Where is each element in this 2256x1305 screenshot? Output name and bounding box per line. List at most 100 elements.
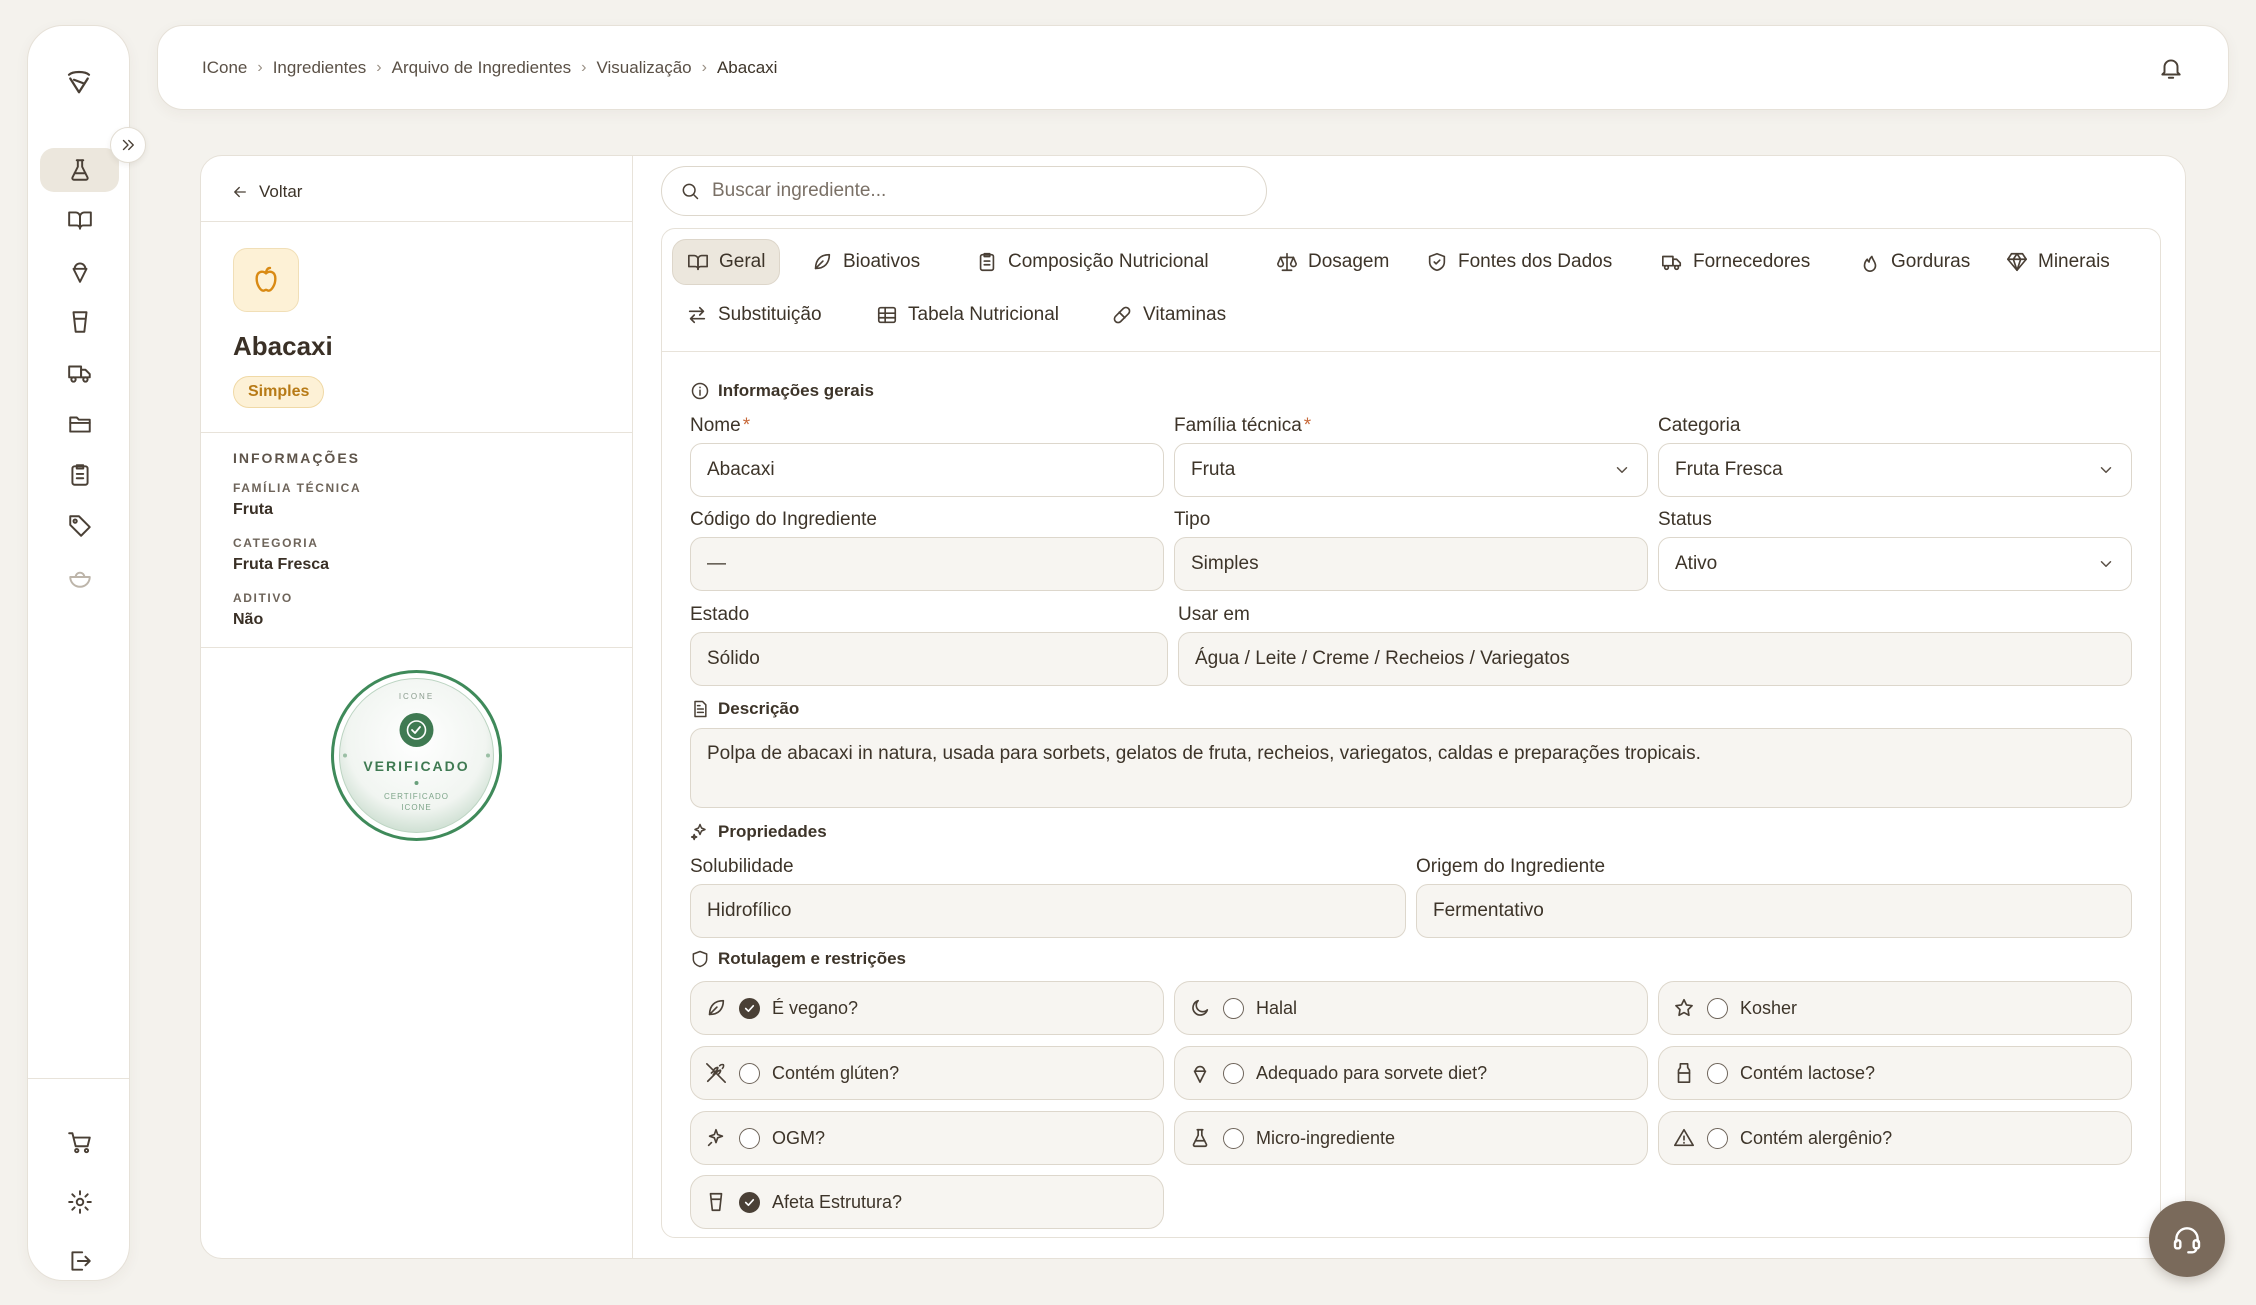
breadcrumb-item[interactable]: Ingredientes xyxy=(273,58,367,78)
nav-cup-icon[interactable] xyxy=(40,300,119,344)
tab-label: Vitaminas xyxy=(1143,304,1227,325)
flag-lactose[interactable]: Contém lactose? xyxy=(1658,1046,2132,1100)
unchecked-radio[interactable] xyxy=(1707,1062,1728,1084)
section-descricao: Descrição xyxy=(690,699,799,719)
tab-geral[interactable]: Geral xyxy=(672,239,781,285)
nav-flask-icon[interactable] xyxy=(40,148,119,192)
required-mark: * xyxy=(742,415,751,436)
section-rotulagem: Rotulagem e restrições xyxy=(690,949,906,969)
flag-halal[interactable]: Halal xyxy=(1174,981,1648,1035)
categoria-label: Categoria xyxy=(1658,415,1741,436)
tab-substituicao[interactable]: Substituição xyxy=(672,292,836,338)
tab-label: Fornecedores xyxy=(1693,251,1811,272)
flag-gluten[interactable]: Contém glúten? xyxy=(690,1046,1164,1100)
flag-kosher[interactable]: Kosher xyxy=(1658,981,2132,1035)
verified-seal: ICONE VERIFICADO CERTIFICADO ICONE xyxy=(329,668,504,843)
logout-icon[interactable] xyxy=(40,1239,119,1283)
categoria-select-value: Fruta Fresca xyxy=(1675,459,1783,480)
solubilidade-field: Hidrofílico xyxy=(690,884,1406,938)
chevrons-right-icon xyxy=(122,139,134,151)
usar-em-field: Água / Leite / Creme / Recheios / Varieg… xyxy=(1178,632,2132,686)
section-informacoes-gerais: Informações gerais xyxy=(690,381,874,401)
familia-select-value: Fruta xyxy=(1191,459,1236,480)
chevron-down-icon xyxy=(1616,467,1628,473)
checked-radio[interactable] xyxy=(739,1191,760,1213)
section-title: Descrição xyxy=(718,699,800,718)
flag-alergenio[interactable]: Contém alergênio? xyxy=(1658,1111,2132,1165)
bell-icon[interactable] xyxy=(2158,55,2184,81)
familia-tecnica-label: Família técnica * xyxy=(1174,415,1311,437)
tab-label: Substituição xyxy=(718,304,822,325)
categoria-value: Fruta Fresca xyxy=(233,556,330,573)
pill-icon xyxy=(1113,306,1131,324)
nav-truck-icon[interactable] xyxy=(40,351,119,395)
unchecked-radio[interactable] xyxy=(1223,1127,1244,1149)
expand-sidebar-button[interactable] xyxy=(110,127,146,163)
categoria-select[interactable]: Fruta Fresca xyxy=(1658,443,2132,497)
tab-label: Gorduras xyxy=(1891,251,1971,272)
nav-ice-cream-icon[interactable] xyxy=(40,249,119,293)
type-badge: Simples xyxy=(233,376,325,408)
divider xyxy=(201,432,632,433)
breadcrumb-item[interactable]: Arquivo de Ingredientes xyxy=(392,58,572,78)
nav-book-icon[interactable] xyxy=(40,198,119,242)
breadcrumb-chevron-icon: › xyxy=(376,58,382,76)
seal-bottom-text: ICONE xyxy=(401,803,432,812)
nav-folder-icon[interactable] xyxy=(40,402,119,446)
unchecked-radio[interactable] xyxy=(1223,997,1244,1019)
familia-value: Fruta xyxy=(233,501,273,518)
tab-vitaminas[interactable]: Vitaminas xyxy=(1097,292,1240,338)
cup-icon xyxy=(709,1192,723,1212)
section-title: Informações gerais xyxy=(718,381,874,400)
support-button[interactable] xyxy=(2149,1201,2225,1277)
estado-value: Sólido xyxy=(707,648,760,669)
nav-bowl-icon[interactable] xyxy=(40,555,119,599)
familia-tecnica-select[interactable]: Fruta xyxy=(1174,443,1648,497)
nav-tag-icon[interactable] xyxy=(40,504,119,548)
codigo-field: — xyxy=(690,537,1164,591)
document-icon xyxy=(694,700,707,718)
seal-main-text: VERIFICADO xyxy=(363,758,470,774)
nav-clipboard-icon[interactable] xyxy=(40,453,119,497)
top-bar: ICone › Ingredientes › Arquivo de Ingred… xyxy=(157,25,2229,110)
unchecked-radio[interactable] xyxy=(1707,1127,1728,1149)
tab-tabela-nutricional[interactable]: Tabela Nutricional xyxy=(862,292,1073,338)
cart-icon[interactable] xyxy=(40,1121,119,1165)
back-button[interactable]: Voltar xyxy=(231,176,302,208)
seal-bottom-text: CERTIFICADO xyxy=(383,792,450,801)
origem-field: Fermentativo xyxy=(1416,884,2132,938)
search-input[interactable] xyxy=(712,180,1232,202)
tipo-value: Simples xyxy=(1191,553,1259,574)
breadcrumb-item[interactable]: Visualização xyxy=(597,58,692,78)
tab-fornecedores[interactable]: Fornecedores xyxy=(1647,239,1824,285)
breadcrumb-chevron-icon: › xyxy=(701,58,707,76)
aditivo-label: ADITIVO xyxy=(233,591,293,605)
search-box[interactable] xyxy=(661,166,1267,216)
nome-input[interactable]: Abacaxi xyxy=(690,443,1164,497)
ice-cream-icon xyxy=(1193,1065,1207,1083)
tab-composicao-nutricional[interactable]: Composição Nutricional xyxy=(962,239,1223,285)
unchecked-radio[interactable] xyxy=(739,1062,760,1084)
flag-diet[interactable]: Adequado para sorvete diet? xyxy=(1174,1046,1648,1100)
flag-afeta-estrutura[interactable]: Afeta Estrutura? xyxy=(690,1175,1164,1229)
tab-dosagem[interactable]: Dosagem xyxy=(1262,239,1403,285)
tab-bioativos[interactable]: Bioativos xyxy=(797,239,934,285)
status-select[interactable]: Ativo xyxy=(1658,537,2132,591)
logo-icon[interactable] xyxy=(64,66,94,96)
aditivo-value: Não xyxy=(233,611,264,628)
tab-gorduras[interactable]: Gorduras xyxy=(1845,239,1984,285)
unchecked-radio[interactable] xyxy=(739,1127,760,1149)
usar-em-label: Usar em xyxy=(1178,604,1250,625)
flag-vegano[interactable]: É vegano? xyxy=(690,981,1164,1035)
gear-icon[interactable] xyxy=(40,1180,119,1224)
tab-minerais[interactable]: Minerais xyxy=(1992,239,2124,285)
unchecked-radio[interactable] xyxy=(1707,997,1728,1019)
checked-radio[interactable] xyxy=(739,997,760,1019)
flag-micro-ingrediente[interactable]: Micro-ingrediente xyxy=(1174,1111,1648,1165)
breadcrumb-item[interactable]: ICone xyxy=(202,58,247,78)
tab-fontes-dos-dados[interactable]: Fontes dos Dados xyxy=(1412,239,1626,285)
flag-ogm[interactable]: OGM? xyxy=(690,1111,1164,1165)
ingredient-side-panel: Voltar Abacaxi Simples INFORMAÇÕES FAMÍL… xyxy=(201,156,633,1258)
unchecked-radio[interactable] xyxy=(1223,1062,1244,1084)
flame-icon xyxy=(1863,255,1877,272)
